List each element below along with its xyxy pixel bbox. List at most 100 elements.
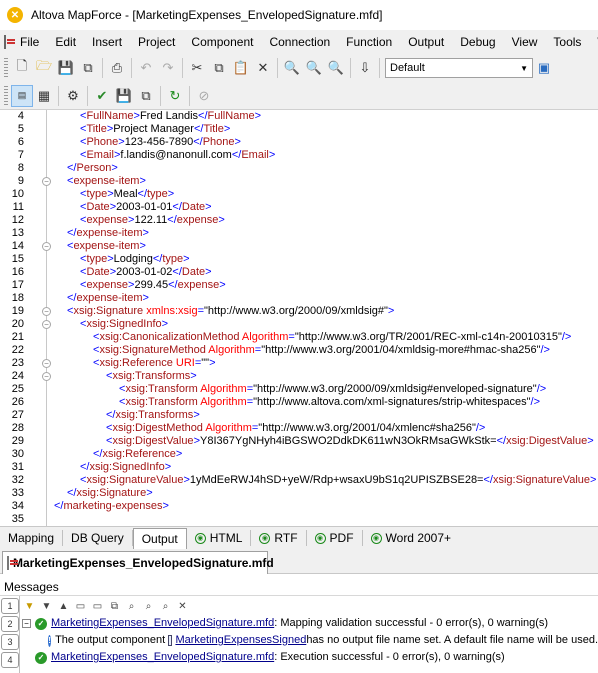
menu-component[interactable]: Component [183, 30, 261, 54]
document-tab[interactable]: MarketingExpenses_EnvelopedSignature.mfd [2, 551, 274, 574]
code-line[interactable]: 14 − <expense-item> [0, 240, 598, 253]
tab-html[interactable]: ◉ HTML [187, 528, 251, 549]
code-line[interactable]: 5 <Title>Project Manager</Title> [0, 123, 598, 136]
find-previous-icon[interactable]: 🔍 [303, 57, 325, 79]
code-line[interactable]: 19 − <xsig:Signature xmlns:xsig="http://ww… [0, 305, 598, 318]
fold-toggle-icon[interactable]: − [42, 359, 51, 368]
redo-icon[interactable]: ↷ [157, 57, 179, 79]
validate-output-icon[interactable]: ✔ [91, 85, 113, 107]
menu-insert[interactable]: Insert [84, 30, 130, 54]
code-line[interactable]: 8 </Person> [0, 162, 598, 175]
code-line[interactable]: 28 <xsig:DigestMethod Algorithm="http://w… [0, 422, 598, 435]
code-line[interactable]: 6 <Phone>123-456-7890</Phone> [0, 136, 598, 149]
code-line[interactable]: 29 <xsig:DigestValue>Y8I367YgNHyh4iBGSWO2… [0, 435, 598, 448]
code-line[interactable]: 17 <expense>299.45</expense> [0, 279, 598, 292]
code-line[interactable]: 23 − <xsig:Reference URI=""> [0, 357, 598, 370]
menu-project[interactable]: Project [130, 30, 183, 54]
find-previous-icon[interactable]: ⌕ [141, 599, 156, 614]
code-line[interactable]: 31 </xsig:SignedInfo> [0, 461, 598, 474]
toolbar-grip[interactable] [4, 85, 8, 106]
xml-output-editor[interactable]: 4 <FullName>Fred Landis</FullName> 5 <Title… [0, 110, 598, 526]
toolbar-grip[interactable] [4, 58, 8, 78]
menu-view[interactable]: View [504, 30, 546, 54]
code-line[interactable]: 20 − <xsig:SignedInfo> [0, 318, 598, 331]
find-icon[interactable]: ⌕ [124, 599, 139, 614]
print-icon[interactable]: ⎙ [106, 57, 128, 79]
code-line[interactable]: 7 <Email>f.landis@nanonull.com</Email> [0, 149, 598, 162]
fold-toggle-icon[interactable]: − [42, 177, 51, 186]
tab-word-2007[interactable]: ◉ Word 2007+ [363, 528, 460, 549]
previous-message-icon[interactable]: ▲ [56, 599, 71, 614]
code-line[interactable]: 16 <Date>2003-01-02</Date> [0, 266, 598, 279]
find-next-icon[interactable]: 🔍 [325, 57, 347, 79]
code-line[interactable]: 22 <xsig:SignatureMethod Algorithm="http:… [0, 344, 598, 357]
menu-edit[interactable]: Edit [47, 30, 84, 54]
menu-window[interactable]: W [589, 30, 598, 54]
message-row[interactable]: ! The output component MarketingExpenses… [22, 632, 598, 649]
code-line[interactable]: 24 − <xsig:Transforms> [0, 370, 598, 383]
code-line[interactable]: 32 <xsig:SignatureValue>1yMdEeRWJ4hSD+yeW… [0, 474, 598, 487]
stop-icon[interactable]: ⊘ [193, 85, 215, 107]
code-line[interactable]: 30 </xsig:Reference> [0, 448, 598, 461]
clear-messages-icon[interactable]: ✕ [175, 599, 190, 614]
save-icon[interactable]: 💾 [55, 57, 77, 79]
code-line[interactable]: 11 <Date>2003-01-01</Date> [0, 201, 598, 214]
toolbar-options-icon[interactable]: ⇩ [354, 57, 376, 79]
message-component-link[interactable]: MarketingExpensesSigned [175, 632, 306, 649]
message-file-link[interactable]: MarketingExpenses_EnvelopedSignature.mfd [51, 649, 274, 666]
message-tab-4[interactable]: 4 [1, 652, 19, 668]
cut-icon[interactable]: ✂ [186, 57, 208, 79]
tab-pdf[interactable]: ◉ PDF [307, 528, 362, 549]
tab-mapping[interactable]: Mapping [0, 528, 62, 549]
code-line[interactable]: 4 <FullName>Fred Landis</FullName> [0, 110, 598, 123]
copy-message-icon[interactable]: ▭ [73, 599, 88, 614]
code-line[interactable]: 35 [0, 513, 598, 526]
code-line[interactable]: 12 <expense>122.11</expense> [0, 214, 598, 227]
find-next-icon[interactable]: ⌕ [158, 599, 173, 614]
code-line[interactable]: 33 </xsig:Signature> [0, 487, 598, 500]
code-line[interactable]: 21 <xsig:CanonicalizationMethod Algorithm… [0, 331, 598, 344]
copy-icon[interactable]: ⧉ [208, 57, 230, 79]
generate-code-icon[interactable]: ▦ [33, 85, 55, 107]
copy-branch-icon[interactable]: ▭ [90, 599, 105, 614]
validate-settings-icon[interactable]: ▣ [533, 57, 555, 79]
open-folder-icon[interactable]: 🗁 [33, 57, 55, 79]
message-tab-1[interactable]: 1 [1, 598, 19, 614]
undo-icon[interactable]: ↶ [135, 57, 157, 79]
find-icon[interactable]: 🔍 [281, 57, 303, 79]
collapse-icon[interactable]: − [22, 619, 31, 628]
code-line[interactable]: 34 </marketing-expenses> [0, 500, 598, 513]
fold-toggle-icon[interactable]: − [42, 307, 51, 316]
copy-all-icon[interactable]: ⧉ [107, 599, 122, 614]
xml-view-icon[interactable]: ▤ [11, 84, 33, 107]
filter-icon[interactable]: ▼ [22, 599, 37, 614]
code-line[interactable]: 13 </expense-item> [0, 227, 598, 240]
code-line[interactable]: 25 <xsig:Transform Algorithm="http://www.… [0, 383, 598, 396]
language-combo[interactable]: Default ▼ [385, 58, 533, 78]
menu-connection[interactable]: Connection [261, 30, 338, 54]
code-line[interactable]: 9 − <expense-item> [0, 175, 598, 188]
new-file-icon[interactable]: 🗋 [11, 57, 33, 79]
document-menu-icon[interactable] [4, 35, 15, 49]
message-tab-2[interactable]: 2 [1, 616, 19, 632]
code-line[interactable]: 10 <type>Meal</type> [0, 188, 598, 201]
tab-output[interactable]: Output [132, 527, 187, 549]
delete-icon[interactable]: ✕ [252, 57, 274, 79]
save-output-icon[interactable]: 💾 [113, 85, 135, 107]
menu-tools[interactable]: Tools [545, 30, 589, 54]
message-row[interactable]: − ✓ MarketingExpenses_EnvelopedSignature… [22, 615, 598, 632]
fold-toggle-icon[interactable]: − [42, 242, 51, 251]
tab-rtf[interactable]: ◉ RTF [251, 528, 305, 549]
menu-file[interactable]: File [12, 30, 47, 54]
code-line[interactable]: 18 </expense-item> [0, 292, 598, 305]
code-line[interactable]: 27 </xsig:Transforms> [0, 409, 598, 422]
save-all-outputs-icon[interactable]: ⧉ [135, 85, 157, 107]
settings-icon[interactable]: ⚙ [62, 85, 84, 107]
fold-toggle-icon[interactable]: − [42, 320, 51, 329]
save-all-icon[interactable]: ⧉ [77, 57, 99, 79]
menu-debug[interactable]: Debug [452, 30, 503, 54]
fold-toggle-icon[interactable]: − [42, 372, 51, 381]
code-line[interactable]: 15 <type>Lodging</type> [0, 253, 598, 266]
message-row[interactable]: ✓ MarketingExpenses_EnvelopedSignature.m… [22, 649, 598, 666]
menu-output[interactable]: Output [400, 30, 452, 54]
